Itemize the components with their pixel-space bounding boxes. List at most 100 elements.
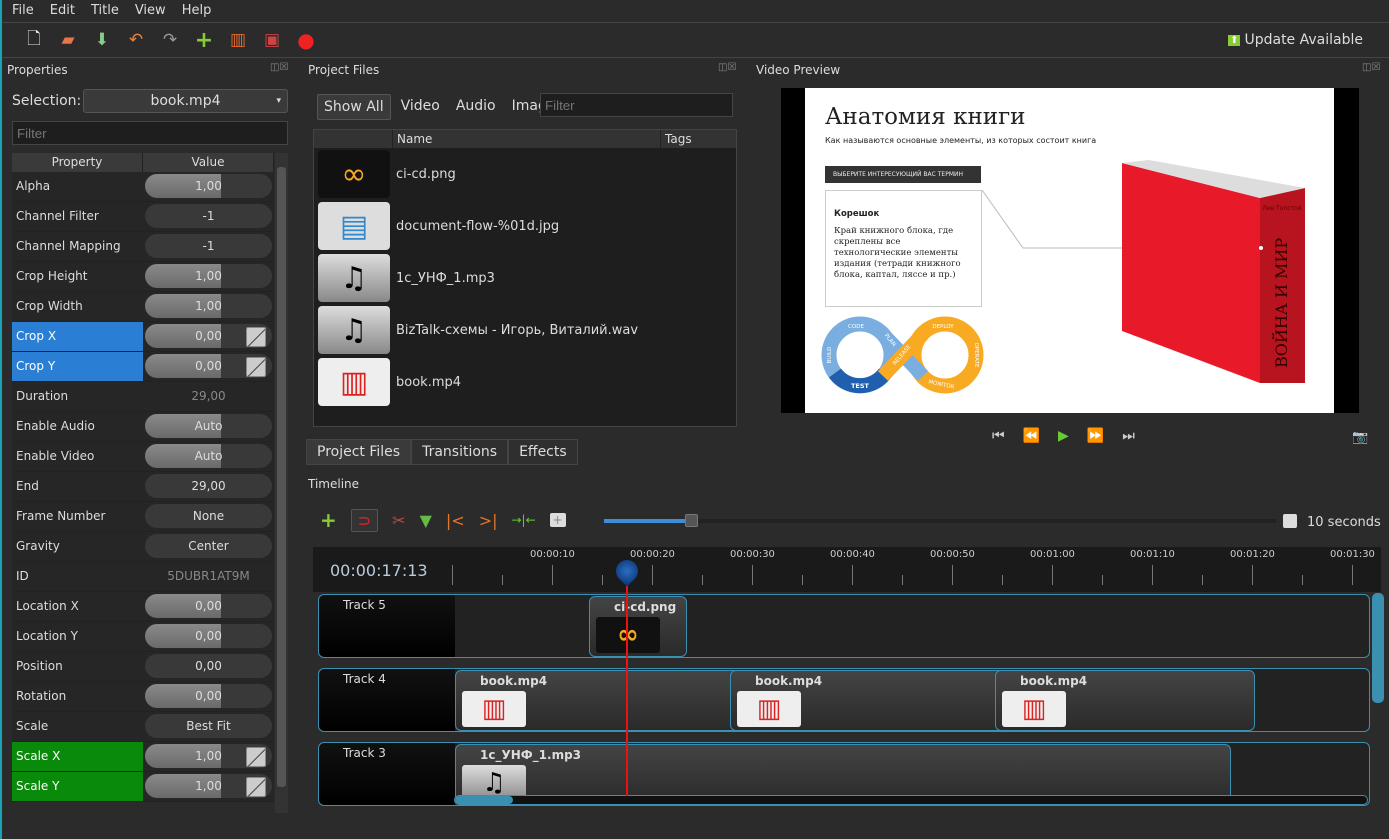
filter-video[interactable]: Video <box>395 94 446 120</box>
property-row[interactable]: Position 0,00 <box>12 652 274 682</box>
selection-dropdown[interactable]: book.mp4 ▾ <box>83 89 288 113</box>
property-row[interactable]: Location X 0,00 <box>12 592 274 622</box>
previous-marker-icon[interactable]: |< <box>446 511 465 530</box>
jump-end-icon[interactable]: ⏭ <box>1122 428 1135 444</box>
property-row[interactable]: Channel Filter -1 <box>12 202 274 232</box>
tab-effects[interactable]: Effects <box>508 439 578 465</box>
play-icon[interactable]: ▶ <box>1058 428 1069 444</box>
next-marker-icon[interactable]: >| <box>479 511 498 530</box>
property-value[interactable]: 1,00 <box>145 294 272 318</box>
property-value[interactable]: None <box>145 504 272 528</box>
property-row[interactable]: Crop Y 0,00 <box>12 352 274 382</box>
property-row[interactable]: Scale Best Fit <box>12 712 274 742</box>
properties-scrollbar[interactable] <box>275 153 288 813</box>
filter-show-all[interactable]: Show All <box>317 94 391 120</box>
property-row[interactable]: Channel Mapping -1 <box>12 232 274 262</box>
property-value[interactable]: 1,00 <box>145 174 272 198</box>
property-value[interactable]: 0,00 <box>145 594 272 618</box>
clip[interactable]: ci-cd.png∞ <box>589 596 687 657</box>
menu-edit[interactable]: Edit <box>50 3 75 18</box>
import-files-icon[interactable]: + <box>194 28 214 53</box>
property-value[interactable]: 29,00 <box>145 474 272 498</box>
add-track-icon[interactable]: + <box>320 508 337 532</box>
file-item[interactable]: ∞ ci-cd.png <box>314 148 736 200</box>
zoom-slider-handle[interactable] <box>685 514 699 527</box>
menu-help[interactable]: Help <box>182 3 212 18</box>
property-row[interactable]: Location Y 0,00 <box>12 622 274 652</box>
track[interactable]: Track 4 book.mp4 ▥ book.mp4 ▥ book.mp4 ▥ <box>318 668 1370 732</box>
keyframe-icon[interactable] <box>246 327 266 347</box>
zoom-out-icon[interactable] <box>1283 514 1297 528</box>
property-value[interactable]: 0,00 <box>145 684 272 708</box>
dock-float-close-icon[interactable]: ◫☒ <box>1362 62 1380 73</box>
property-value[interactable]: 0,00 <box>145 654 272 678</box>
property-row[interactable]: Crop Height 1,00 <box>12 262 274 292</box>
timeline-h-scrollbar[interactable] <box>454 795 1368 805</box>
property-value[interactable]: Center <box>145 534 272 558</box>
center-playhead-icon[interactable]: →|← <box>511 513 535 527</box>
property-row[interactable]: Scale Y 1,00 <box>12 772 274 802</box>
property-row[interactable]: Enable Video Auto <box>12 442 274 472</box>
properties-filter-input[interactable] <box>12 121 288 145</box>
property-row[interactable]: End 29,00 <box>12 472 274 502</box>
rewind-icon[interactable]: ⏪ <box>1023 428 1040 444</box>
redo-icon[interactable]: ↷ <box>160 30 180 50</box>
file-item[interactable]: ▥ book.mp4 <box>314 356 736 408</box>
playhead[interactable] <box>611 555 643 796</box>
add-marker-icon[interactable]: ▼ <box>420 511 432 530</box>
property-value[interactable]: -1 <box>145 234 272 258</box>
open-project-icon[interactable]: ▰ <box>58 30 78 50</box>
property-value[interactable]: 0,00 <box>145 624 272 648</box>
track[interactable]: Track 5 ci-cd.png∞ <box>318 594 1370 658</box>
tab-project-files[interactable]: Project Files <box>306 439 412 465</box>
zoom-slider[interactable] <box>604 514 1276 527</box>
property-row[interactable]: Gravity Center <box>12 532 274 562</box>
property-row[interactable]: Scale X 1,00 <box>12 742 274 772</box>
timeline-ruler[interactable]: 00:00:17:13 00:00:10 00:00:20 00:00:30 00:0… <box>313 547 1381 592</box>
snapping-magnet-icon[interactable]: ⊃ <box>350 508 379 532</box>
property-value[interactable]: 1,00 <box>145 264 272 288</box>
property-row[interactable]: Enable Audio Auto <box>12 412 274 442</box>
update-available-button[interactable]: ⬆ Update Available <box>1228 32 1363 48</box>
filter-audio[interactable]: Audio <box>450 94 502 120</box>
property-row[interactable]: ID 5DUBR1AT9M <box>12 562 274 592</box>
export-video-icon[interactable]: ● <box>296 28 316 52</box>
property-row[interactable]: Duration 29,00 <box>12 382 274 412</box>
jump-start-icon[interactable]: ⏮ <box>992 428 1005 444</box>
files-filter-input[interactable] <box>540 93 733 117</box>
file-item[interactable]: ▤ document-flow-%01d.jpg <box>314 200 736 252</box>
file-item[interactable]: ♫ BizTalk-схемы - Игорь, Виталий.wav <box>314 304 736 356</box>
save-project-icon[interactable]: ⬇ <box>92 30 112 50</box>
property-row[interactable]: Frame Number None <box>12 502 274 532</box>
menu-view[interactable]: View <box>135 3 166 18</box>
property-row[interactable]: Crop X 0,00 <box>12 322 274 352</box>
zoom-in-icon[interactable]: + <box>549 513 566 527</box>
keyframe-icon[interactable] <box>246 777 266 797</box>
clip[interactable]: book.mp4 ▥ <box>730 670 1013 731</box>
dock-float-close-icon[interactable]: ◫☒ <box>718 62 736 73</box>
property-value[interactable]: Best Fit <box>145 714 272 738</box>
keyframe-icon[interactable] <box>246 747 266 767</box>
tab-transitions[interactable]: Transitions <box>411 439 509 465</box>
profile-icon[interactable]: ▥ <box>228 30 248 50</box>
menu-file[interactable]: File <box>12 3 34 18</box>
property-value[interactable]: Auto <box>145 414 272 438</box>
new-project-icon[interactable]: 🗋 <box>24 29 44 50</box>
dock-float-close-icon[interactable]: ◫☒ <box>270 62 288 73</box>
fullscreen-icon[interactable]: ▣ <box>262 30 282 50</box>
camera-snapshot-icon[interactable]: 📷 <box>1352 430 1368 445</box>
timeline-v-scrollbar[interactable] <box>1372 593 1384 703</box>
property-value[interactable]: -1 <box>145 204 272 228</box>
clip[interactable]: book.mp4 ▥ <box>455 670 743 731</box>
menu-title[interactable]: Title <box>91 3 119 18</box>
property-row[interactable]: Alpha 1,00 <box>12 172 274 202</box>
fast-forward-icon[interactable]: ⏩ <box>1087 428 1104 444</box>
property-row[interactable]: Crop Width 1,00 <box>12 292 274 322</box>
keyframe-icon[interactable] <box>246 357 266 377</box>
file-item[interactable]: ♫ 1с_УНФ_1.mp3 <box>314 252 736 304</box>
undo-icon[interactable]: ↶ <box>126 30 146 50</box>
property-value[interactable]: Auto <box>145 444 272 468</box>
property-row[interactable]: Rotation 0,00 <box>12 682 274 712</box>
razor-scissors-icon[interactable]: ✂ <box>392 511 405 530</box>
clip[interactable]: book.mp4 ▥ <box>995 670 1255 731</box>
